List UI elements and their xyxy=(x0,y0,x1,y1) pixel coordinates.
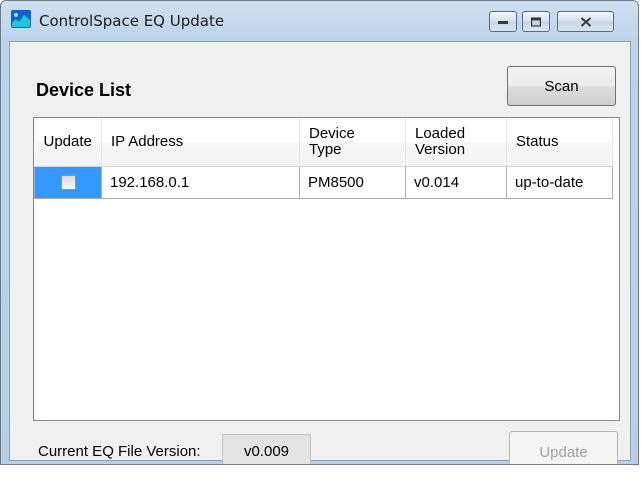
device-list[interactable]: Update IP Address Device Type Loaded Ver… xyxy=(33,117,620,421)
update-checkbox[interactable] xyxy=(60,175,76,191)
column-header-device-type[interactable]: Device Type xyxy=(299,118,406,167)
scan-button[interactable]: Scan xyxy=(507,66,616,106)
loaded-version-cell: v0.014 xyxy=(405,165,507,199)
title-bar[interactable]: ControlSpace EQ Update xyxy=(1,1,638,41)
window-title: ControlSpace EQ Update xyxy=(39,12,225,30)
update-cell[interactable] xyxy=(34,165,102,199)
status-cell: up-to-date xyxy=(506,165,613,199)
column-header-loaded-version[interactable]: Loaded Version xyxy=(405,118,507,167)
app-window: ControlSpace EQ Update Device List Scan … xyxy=(0,0,639,465)
device-table: Update IP Address Device Type Loaded Ver… xyxy=(34,118,613,199)
table-row[interactable]: 192.168.0.1 PM8500 v0.014 up-to-date xyxy=(34,165,613,199)
column-header-loaded-version-label: Loaded Version xyxy=(415,124,466,158)
current-version-label: Current EQ File Version: xyxy=(38,443,201,460)
maximize-icon xyxy=(531,17,541,26)
column-header-ip-address[interactable]: IP Address xyxy=(101,118,300,167)
minimize-icon xyxy=(498,20,508,24)
current-version-field: v0.009 xyxy=(222,434,311,464)
minimize-button[interactable] xyxy=(489,11,517,32)
table-header-row: Update IP Address Device Type Loaded Ver… xyxy=(34,118,613,167)
device-type-cell: PM8500 xyxy=(299,165,406,199)
column-header-status[interactable]: Status xyxy=(506,118,613,167)
close-icon xyxy=(580,16,591,27)
client-area: Device List Scan Update IP Address Devic… xyxy=(9,41,631,464)
column-header-device-type-label: Device Type xyxy=(309,124,355,158)
app-icon xyxy=(11,10,31,28)
ip-address-cell: 192.168.0.1 xyxy=(101,165,300,199)
page-title: Device List xyxy=(36,80,132,100)
update-button[interactable]: Update xyxy=(509,431,618,464)
close-button[interactable] xyxy=(557,11,614,32)
column-header-update[interactable]: Update xyxy=(34,118,102,167)
maximize-button[interactable] xyxy=(522,11,550,32)
